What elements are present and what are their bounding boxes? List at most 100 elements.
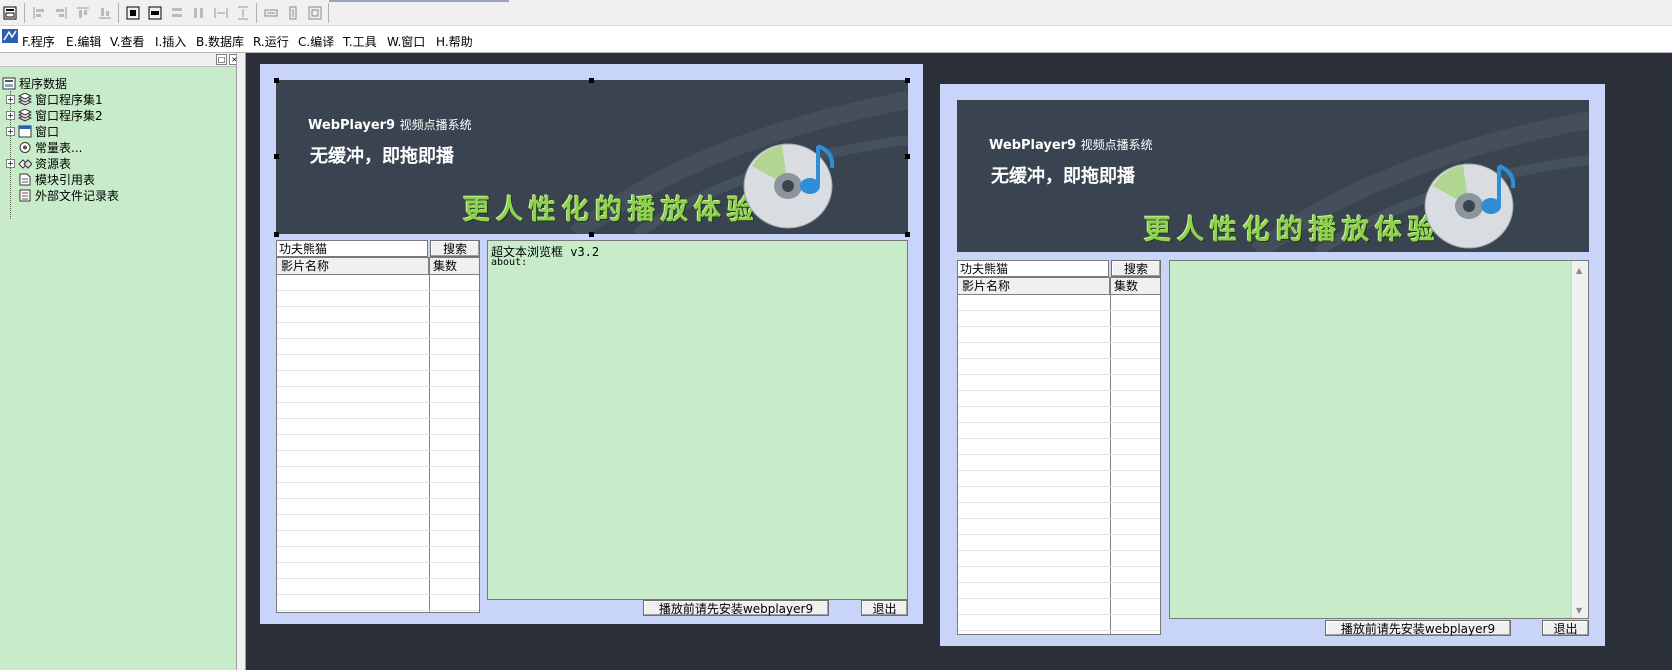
table-row[interactable] (277, 436, 479, 451)
table-row[interactable] (958, 296, 1160, 311)
expand-icon[interactable]: + (6, 158, 15, 168)
tree-item-window-set-2[interactable]: + 窗口程序集2 (6, 107, 103, 123)
table-row[interactable] (277, 324, 479, 339)
scroll-down-icon[interactable]: ▼ (1576, 606, 1582, 615)
table-row[interactable] (277, 372, 479, 387)
table-row[interactable] (277, 452, 479, 467)
selection-handle[interactable] (905, 154, 910, 159)
same-width-icon[interactable] (168, 4, 186, 22)
table-row[interactable] (277, 276, 479, 291)
selection-handle[interactable] (274, 78, 279, 83)
align-left-icon[interactable] (30, 4, 48, 22)
design-window[interactable]: WebPlayer9 视频点播系统 无缓冲，即拖即播 更人性化的播放体验 功夫熊… (260, 64, 923, 624)
table-row[interactable] (277, 596, 479, 611)
expand-icon[interactable]: + (6, 94, 15, 104)
table-row[interactable] (277, 356, 479, 371)
search-button[interactable]: 搜索 (430, 240, 480, 257)
table-row[interactable] (277, 612, 480, 613)
table-row[interactable] (277, 404, 479, 419)
restore-icon[interactable]: □ (216, 54, 227, 65)
table-row[interactable] (958, 456, 1160, 471)
space-horizontal-icon[interactable] (212, 4, 230, 22)
table-row[interactable] (958, 376, 1160, 391)
menu-view[interactable]: V.查看 (110, 33, 144, 50)
menu-help[interactable]: H.帮助 (436, 33, 473, 50)
table-row[interactable] (958, 328, 1160, 343)
scroll-up-icon[interactable]: ▲ (1576, 266, 1582, 275)
table-row[interactable] (277, 292, 479, 307)
table-row[interactable] (958, 568, 1160, 583)
movie-list[interactable]: 影片名称 集数 (957, 277, 1161, 635)
menu-program[interactable]: F.程序 (22, 33, 55, 50)
table-row[interactable] (277, 420, 479, 435)
install-player-button[interactable]: 播放前请先安装webplayer9 (1325, 620, 1511, 636)
fit-width-icon[interactable] (262, 4, 280, 22)
same-height-icon[interactable] (190, 4, 208, 22)
movie-list[interactable]: 影片名称 集数 (276, 257, 480, 613)
table-row[interactable] (958, 472, 1160, 487)
table-row[interactable] (277, 500, 479, 515)
table-row[interactable] (958, 344, 1160, 359)
align-right-icon[interactable] (52, 4, 70, 22)
table-row[interactable] (277, 564, 479, 579)
space-vertical-icon[interactable] (234, 4, 252, 22)
selection-handle[interactable] (274, 154, 279, 159)
column-header-episodes[interactable]: 集数 (1110, 278, 1160, 295)
menu-window[interactable]: W.窗口 (387, 33, 425, 50)
selection-handle[interactable] (905, 232, 910, 237)
form-icon[interactable] (1, 4, 19, 22)
table-row[interactable] (958, 584, 1160, 599)
tree-item-module-refs[interactable]: 模块引用表 (18, 171, 95, 187)
table-row[interactable] (958, 504, 1160, 519)
fit-both-icon[interactable] (306, 4, 324, 22)
table-row[interactable] (277, 308, 479, 323)
table-row[interactable] (277, 340, 479, 355)
vertical-scrollbar[interactable]: ▲ ▼ (1571, 261, 1588, 618)
table-row[interactable] (277, 388, 479, 403)
html-browser-control[interactable]: 超文本浏览框 v3.2 about: (487, 240, 908, 600)
panel-splitter[interactable] (236, 53, 246, 670)
table-row[interactable] (958, 392, 1160, 407)
table-row[interactable] (958, 440, 1160, 455)
menu-run[interactable]: R.运行 (253, 33, 289, 50)
table-row[interactable] (958, 312, 1160, 327)
table-row[interactable] (277, 484, 479, 499)
expand-icon[interactable]: + (6, 110, 15, 120)
menu-database[interactable]: B.数据库 (196, 33, 244, 50)
table-row[interactable] (277, 532, 479, 547)
banner-image[interactable]: WebPlayer9 视频点播系统 无缓冲，即拖即播 更人性化的播放体验 (957, 100, 1589, 252)
table-row[interactable] (958, 520, 1160, 535)
tree-item-resources[interactable]: + 资源表 (6, 155, 71, 171)
tree-item-window[interactable]: + 窗口 (6, 123, 59, 139)
selection-handle[interactable] (274, 232, 279, 237)
preview-window[interactable]: WebPlayer9 视频点播系统 无缓冲，即拖即播 更人性化的播放体验 功夫熊… (940, 84, 1605, 646)
table-row[interactable] (958, 408, 1160, 423)
search-input[interactable]: 功夫熊猫 (276, 240, 428, 257)
table-row[interactable] (958, 632, 1160, 634)
table-row[interactable] (958, 424, 1160, 439)
exit-button[interactable]: 退出 (1542, 620, 1589, 636)
table-row[interactable] (277, 580, 479, 595)
menu-compile[interactable]: C.编译 (298, 33, 334, 50)
expand-icon[interactable]: + (6, 126, 15, 136)
selection-handle[interactable] (905, 78, 910, 83)
fit-height-icon[interactable] (284, 4, 302, 22)
banner-image[interactable]: WebPlayer9 视频点播系统 无缓冲，即拖即播 更人性化的播放体验 (276, 80, 908, 234)
table-row[interactable] (958, 600, 1160, 615)
tree-root[interactable]: 程序数据 (2, 75, 67, 91)
menu-insert[interactable]: I.插入 (155, 33, 186, 50)
html-browser-control[interactable]: ▲ ▼ (1169, 260, 1589, 619)
table-row[interactable] (277, 548, 479, 563)
exit-button[interactable]: 退出 (861, 600, 908, 616)
table-row[interactable] (958, 552, 1160, 567)
column-header-name[interactable]: 影片名称 (277, 258, 429, 275)
search-button[interactable]: 搜索 (1111, 260, 1161, 277)
align-top-icon[interactable] (74, 4, 92, 22)
center-vertical-icon[interactable] (146, 4, 164, 22)
table-row[interactable] (958, 536, 1160, 551)
tree-item-constants[interactable]: 常量表... (18, 139, 82, 155)
table-row[interactable] (958, 616, 1160, 631)
column-header-episodes[interactable]: 集数 (429, 258, 479, 275)
table-row[interactable] (277, 516, 479, 531)
search-input[interactable]: 功夫熊猫 (957, 260, 1109, 277)
